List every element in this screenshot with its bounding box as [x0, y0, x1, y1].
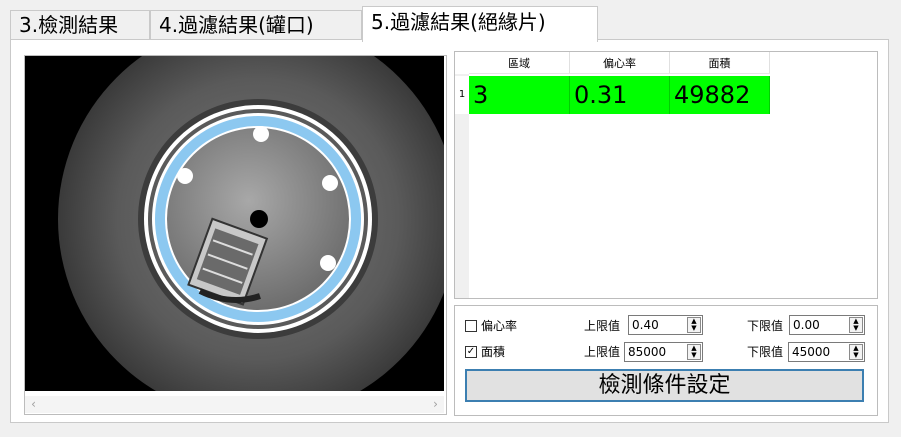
area-lower-label: 下限值: [747, 345, 784, 359]
area-upper-value: 85000: [628, 345, 667, 359]
eccentricity-upper-value: 0.40: [632, 318, 659, 332]
cell-region[interactable]: 3: [469, 76, 570, 114]
scroll-left-icon[interactable]: ‹: [25, 396, 42, 413]
area-upper-label: 上限值: [584, 345, 621, 359]
eccentricity-upper-label: 上限值: [584, 319, 621, 333]
column-header-region[interactable]: 區域: [469, 52, 570, 74]
tab-filter-insulation[interactable]: 5.過濾結果(絕緣片): [362, 6, 598, 42]
eccentricity-lower-value: 0.00: [793, 318, 820, 332]
image-viewer[interactable]: ‹ ›: [24, 55, 447, 415]
grid-corner: [455, 52, 469, 74]
stepper-buttons[interactable]: ▲ ▼: [687, 317, 701, 333]
scroll-right-icon[interactable]: ›: [427, 396, 444, 413]
set-conditions-button[interactable]: 檢測條件設定: [465, 369, 864, 402]
inspection-image: [25, 56, 444, 391]
eccentricity-label: 偏心率: [481, 319, 518, 333]
check-icon: ✓: [466, 346, 476, 357]
row-header[interactable]: 1: [455, 76, 469, 114]
spin-down-icon[interactable]: ▼: [688, 352, 700, 359]
area-checkbox[interactable]: ✓: [465, 346, 477, 358]
area-label: 面積: [481, 345, 506, 359]
area-upper-stepper[interactable]: 85000 ▲ ▼: [624, 342, 703, 362]
tab-detection-result[interactable]: 3.檢測結果: [10, 10, 150, 40]
spin-down-icon[interactable]: ▼: [850, 352, 862, 359]
stepper-buttons[interactable]: ▲ ▼: [849, 344, 863, 360]
eccentricity-lower-label: 下限值: [747, 319, 784, 333]
stepper-buttons[interactable]: ▲ ▼: [687, 344, 701, 360]
cell-area[interactable]: 49882: [670, 76, 770, 114]
area-lower-value: 45000: [792, 345, 831, 359]
result-grid[interactable]: 區域 偏心率 面積 1 3 0.31 49882: [454, 51, 878, 299]
cell-eccentricity[interactable]: 0.31: [570, 76, 670, 114]
horizontal-scrollbar[interactable]: ‹ ›: [25, 396, 444, 413]
spin-down-icon[interactable]: ▼: [688, 325, 700, 332]
eccentricity-lower-stepper[interactable]: 0.00 ▲ ▼: [789, 315, 865, 335]
eccentricity-checkbox[interactable]: [465, 320, 477, 332]
spin-down-icon[interactable]: ▼: [850, 325, 862, 332]
column-header-eccentricity[interactable]: 偏心率: [570, 52, 670, 74]
stepper-buttons[interactable]: ▲ ▼: [849, 317, 863, 333]
area-lower-stepper[interactable]: 45000 ▲ ▼: [788, 342, 865, 362]
eccentricity-upper-stepper[interactable]: 0.40 ▲ ▼: [628, 315, 703, 335]
column-header-area[interactable]: 面積: [670, 52, 770, 74]
tab-filter-can-mouth[interactable]: 4.過濾結果(罐口): [150, 10, 362, 40]
